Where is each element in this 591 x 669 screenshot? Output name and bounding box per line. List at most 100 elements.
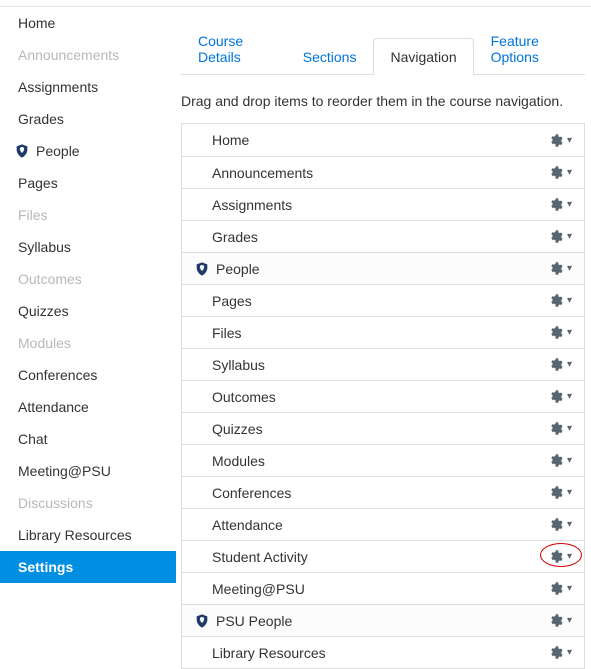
sidebar-item-people[interactable]: People bbox=[0, 135, 175, 167]
sidebar-item-syllabus[interactable]: Syllabus bbox=[0, 231, 175, 263]
sidebar-item-meeting-psu[interactable]: Meeting@PSU bbox=[0, 455, 175, 487]
caret-down-icon: ▾ bbox=[565, 327, 572, 338]
gear-icon bbox=[548, 357, 563, 372]
sidebar-item-label: Modules bbox=[18, 335, 71, 351]
nav-row[interactable]: Quizzes ▾ bbox=[182, 412, 584, 444]
sidebar-item-label: Meeting@PSU bbox=[18, 463, 111, 479]
course-sidebar: Home Announcements Assignments Grades People… bbox=[0, 7, 175, 669]
caret-down-icon: ▾ bbox=[565, 263, 572, 274]
gear-icon bbox=[548, 261, 563, 276]
gear-icon bbox=[548, 485, 563, 500]
sidebar-item-assignments[interactable]: Assignments bbox=[0, 71, 175, 103]
sidebar-item-label: Home bbox=[18, 15, 55, 31]
nav-row-label: Quizzes bbox=[212, 421, 263, 437]
caret-down-icon: ▾ bbox=[565, 391, 572, 402]
sidebar-item-pages[interactable]: Pages bbox=[0, 167, 175, 199]
nav-row-label: Files bbox=[212, 325, 242, 341]
nav-row[interactable]: Home ▾ bbox=[182, 124, 584, 156]
sidebar-item-home[interactable]: Home bbox=[0, 7, 175, 39]
nav-row-options-button[interactable]: ▾ bbox=[548, 133, 572, 148]
nav-row[interactable]: Attendance▾ bbox=[182, 508, 584, 540]
nav-row-options-button[interactable]: ▾ bbox=[548, 389, 572, 404]
sidebar-item-label: Announcements bbox=[18, 47, 119, 63]
sidebar-item-library-resources[interactable]: Library Resources bbox=[0, 519, 175, 551]
nav-row[interactable]: Announcements ▾ bbox=[182, 156, 584, 188]
sidebar-item-grades[interactable]: Grades bbox=[0, 103, 175, 135]
nav-row[interactable]: PSU People▾ bbox=[182, 604, 584, 636]
nav-row[interactable]: Grades▾ bbox=[182, 220, 584, 252]
nav-row[interactable]: Modules▾ bbox=[182, 444, 584, 476]
nav-row-label: People bbox=[216, 261, 260, 277]
sidebar-item-discussions[interactable]: Discussions bbox=[0, 487, 175, 519]
nav-row-label: Home bbox=[212, 132, 249, 148]
nav-row-options-button[interactable]: ▾ bbox=[548, 229, 572, 244]
nav-row-options-button[interactable]: ▾ bbox=[548, 485, 572, 500]
sidebar-item-label: Attendance bbox=[18, 399, 89, 415]
sidebar-item-label: Conferences bbox=[18, 367, 97, 383]
sidebar-item-label: Chat bbox=[18, 431, 48, 447]
tab-sections[interactable]: Sections bbox=[286, 38, 374, 75]
nav-row-options-button[interactable]: ▾ bbox=[548, 549, 572, 564]
sidebar-item-settings[interactable]: Settings bbox=[0, 551, 176, 583]
caret-down-icon: ▾ bbox=[565, 167, 572, 178]
nav-row-options-button[interactable]: ▾ bbox=[548, 613, 572, 628]
nav-row-label: Announcements bbox=[212, 165, 313, 181]
nav-row[interactable]: Conferences ▾ bbox=[182, 476, 584, 508]
shield-icon bbox=[194, 261, 210, 277]
nav-row-label: Library Resources bbox=[212, 645, 326, 661]
nav-row-label: Meeting@PSU bbox=[212, 581, 305, 597]
tab-course-details[interactable]: Course Details bbox=[181, 22, 286, 75]
nav-row[interactable]: Library Resources ▾ bbox=[182, 636, 584, 668]
nav-row-options-button[interactable]: ▾ bbox=[548, 357, 572, 372]
nav-row-options-button[interactable]: ▾ bbox=[548, 165, 572, 180]
tab-feature-options[interactable]: Feature Options bbox=[474, 22, 585, 75]
main-content: Course DetailsSectionsNavigationFeature … bbox=[175, 7, 591, 669]
sidebar-item-label: Discussions bbox=[18, 495, 93, 511]
sidebar-item-announcements[interactable]: Announcements bbox=[0, 39, 175, 71]
gear-icon bbox=[548, 293, 563, 308]
gear-icon bbox=[548, 197, 563, 212]
nav-row-options-button[interactable]: ▾ bbox=[548, 325, 572, 340]
nav-row[interactable]: Student Activity ▾ bbox=[182, 540, 584, 572]
sidebar-item-label: Syllabus bbox=[18, 239, 71, 255]
sidebar-item-label: Library Resources bbox=[18, 527, 132, 543]
caret-down-icon: ▾ bbox=[565, 455, 572, 466]
nav-row-options-button[interactable]: ▾ bbox=[548, 421, 572, 436]
caret-down-icon: ▾ bbox=[565, 519, 572, 530]
nav-row[interactable]: People ▾ bbox=[182, 252, 584, 284]
nav-row-options-button[interactable]: ▾ bbox=[548, 197, 572, 212]
sidebar-item-modules[interactable]: Modules bbox=[0, 327, 175, 359]
sidebar-item-attendance[interactable]: Attendance bbox=[0, 391, 175, 423]
sidebar-item-quizzes[interactable]: Quizzes bbox=[0, 295, 175, 327]
caret-down-icon: ▾ bbox=[565, 135, 572, 146]
sidebar-item-chat[interactable]: Chat bbox=[0, 423, 175, 455]
nav-row[interactable]: Pages▾ bbox=[182, 284, 584, 316]
gear-icon bbox=[548, 581, 563, 596]
sidebar-item-files[interactable]: Files bbox=[0, 199, 175, 231]
sidebar-item-conferences[interactable]: Conferences bbox=[0, 359, 175, 391]
sidebar-item-label: Grades bbox=[18, 111, 64, 127]
gear-icon bbox=[548, 133, 563, 148]
sidebar-item-label: People bbox=[36, 143, 80, 159]
nav-row[interactable]: Files ▾ bbox=[182, 316, 584, 348]
nav-row-options-button[interactable]: ▾ bbox=[548, 581, 572, 596]
nav-row-options-button[interactable]: ▾ bbox=[548, 517, 572, 532]
gear-icon bbox=[548, 165, 563, 180]
nav-row-options-button[interactable]: ▾ bbox=[548, 293, 572, 308]
gear-icon bbox=[548, 453, 563, 468]
nav-row[interactable]: Assignments ▾ bbox=[182, 188, 584, 220]
nav-row-options-button[interactable]: ▾ bbox=[548, 645, 572, 660]
nav-row-options-button[interactable]: ▾ bbox=[548, 261, 572, 276]
nav-row[interactable]: Syllabus▾ bbox=[182, 348, 584, 380]
sidebar-item-outcomes[interactable]: Outcomes bbox=[0, 263, 175, 295]
nav-row-options-button[interactable]: ▾ bbox=[548, 453, 572, 468]
caret-down-icon: ▾ bbox=[565, 359, 572, 370]
nav-row-label: Outcomes bbox=[212, 389, 276, 405]
nav-row[interactable]: Meeting@PSU ▾ bbox=[182, 572, 584, 604]
nav-row[interactable]: Outcomes ▾ bbox=[182, 380, 584, 412]
nav-row-label: Conferences bbox=[212, 485, 291, 501]
caret-down-icon: ▾ bbox=[565, 647, 572, 658]
nav-row-label: Student Activity bbox=[212, 549, 308, 565]
nav-row-label: Assignments bbox=[212, 197, 292, 213]
tab-navigation[interactable]: Navigation bbox=[373, 38, 473, 75]
